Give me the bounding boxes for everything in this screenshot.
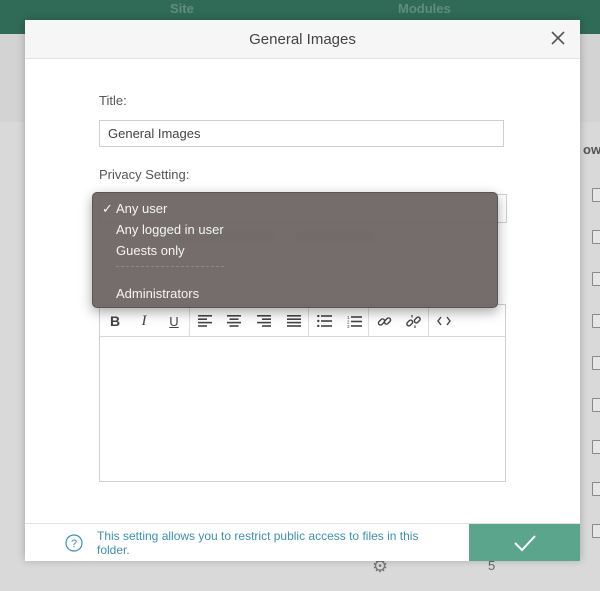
help-icon: ? bbox=[65, 534, 83, 552]
italic-button[interactable]: I bbox=[133, 311, 155, 331]
bullet-list-icon bbox=[316, 315, 332, 327]
confirm-button[interactable] bbox=[469, 524, 580, 561]
topbar-item-site: Site bbox=[170, 1, 194, 16]
privacy-option-any-logged-in-user[interactable]: Any logged in user bbox=[93, 220, 497, 240]
code-icon bbox=[437, 316, 451, 326]
dropdown-separator bbox=[116, 266, 224, 267]
background-file-icon bbox=[592, 482, 600, 496]
privacy-dropdown-list: ✓ Any user Any logged in user Guests onl… bbox=[92, 192, 498, 308]
checkmark-icon: ✓ bbox=[102, 201, 113, 216]
background-file-icon bbox=[592, 524, 600, 538]
align-justify-button[interactable] bbox=[283, 311, 305, 331]
align-justify-icon bbox=[287, 315, 301, 327]
title-input[interactable] bbox=[99, 120, 504, 147]
numbered-list-button[interactable]: 1 2 3 bbox=[343, 311, 365, 331]
background-file-icon bbox=[592, 356, 600, 370]
close-icon bbox=[551, 31, 565, 45]
editor-toolbar: B I U 1 2 3 bbox=[100, 305, 505, 337]
checkmark-icon bbox=[513, 534, 536, 551]
toolbar-divider bbox=[308, 305, 309, 336]
align-left-icon bbox=[198, 315, 212, 327]
privacy-option-guests-only[interactable]: Guests only bbox=[93, 241, 497, 261]
toolbar-divider bbox=[428, 305, 429, 336]
bold-button[interactable]: B bbox=[104, 311, 126, 331]
numbered-list-icon: 1 2 3 bbox=[347, 315, 362, 328]
title-label: Title: bbox=[99, 93, 127, 108]
close-button[interactable] bbox=[548, 28, 568, 48]
link-button[interactable] bbox=[373, 311, 395, 331]
align-center-icon bbox=[227, 315, 241, 327]
underline-icon: U bbox=[169, 313, 179, 329]
background-file-icon bbox=[592, 440, 600, 454]
align-left-button[interactable] bbox=[194, 311, 216, 331]
underline-button[interactable]: U bbox=[163, 311, 185, 331]
toolbar-divider bbox=[189, 305, 190, 336]
bullet-list-button[interactable] bbox=[313, 311, 335, 331]
modal-title: General Images bbox=[249, 31, 356, 48]
topbar-item-modules: Modules bbox=[398, 1, 451, 16]
align-center-button[interactable] bbox=[223, 311, 245, 331]
modal-header: General Images bbox=[25, 20, 580, 59]
svg-text:?: ? bbox=[71, 538, 77, 550]
background-side-label: ow bbox=[583, 142, 600, 157]
link-icon bbox=[377, 316, 391, 326]
background-file-icon bbox=[592, 188, 600, 202]
background-file-icon bbox=[592, 230, 600, 244]
unlink-icon bbox=[405, 314, 421, 328]
source-code-button[interactable] bbox=[433, 311, 455, 331]
help-text: This setting allows you to restrict publ… bbox=[97, 529, 419, 557]
background-file-icon bbox=[592, 314, 600, 328]
align-right-button[interactable] bbox=[253, 311, 275, 331]
privacy-option-administrators[interactable]: Administrators bbox=[93, 284, 497, 304]
description-editor: B I U 1 2 3 bbox=[99, 304, 506, 482]
background-file-icon bbox=[592, 272, 600, 286]
modal-footer: ? This setting allows you to restrict pu… bbox=[25, 523, 580, 561]
option-label: Any logged in user bbox=[116, 222, 224, 237]
editor-content-area[interactable] bbox=[100, 337, 505, 481]
toolbar-divider bbox=[368, 305, 369, 336]
option-label: Administrators bbox=[116, 286, 200, 301]
privacy-option-any-user[interactable]: ✓ Any user bbox=[93, 199, 497, 219]
background-file-icon bbox=[592, 398, 600, 412]
privacy-label: Privacy Setting: bbox=[99, 167, 190, 182]
unlink-button[interactable] bbox=[402, 311, 424, 331]
svg-text:3: 3 bbox=[347, 324, 350, 328]
align-right-icon bbox=[257, 315, 271, 327]
option-label: Any user bbox=[116, 201, 168, 216]
italic-icon: I bbox=[141, 312, 147, 329]
bold-icon: B bbox=[109, 313, 121, 329]
option-label: Guests only bbox=[116, 243, 185, 258]
